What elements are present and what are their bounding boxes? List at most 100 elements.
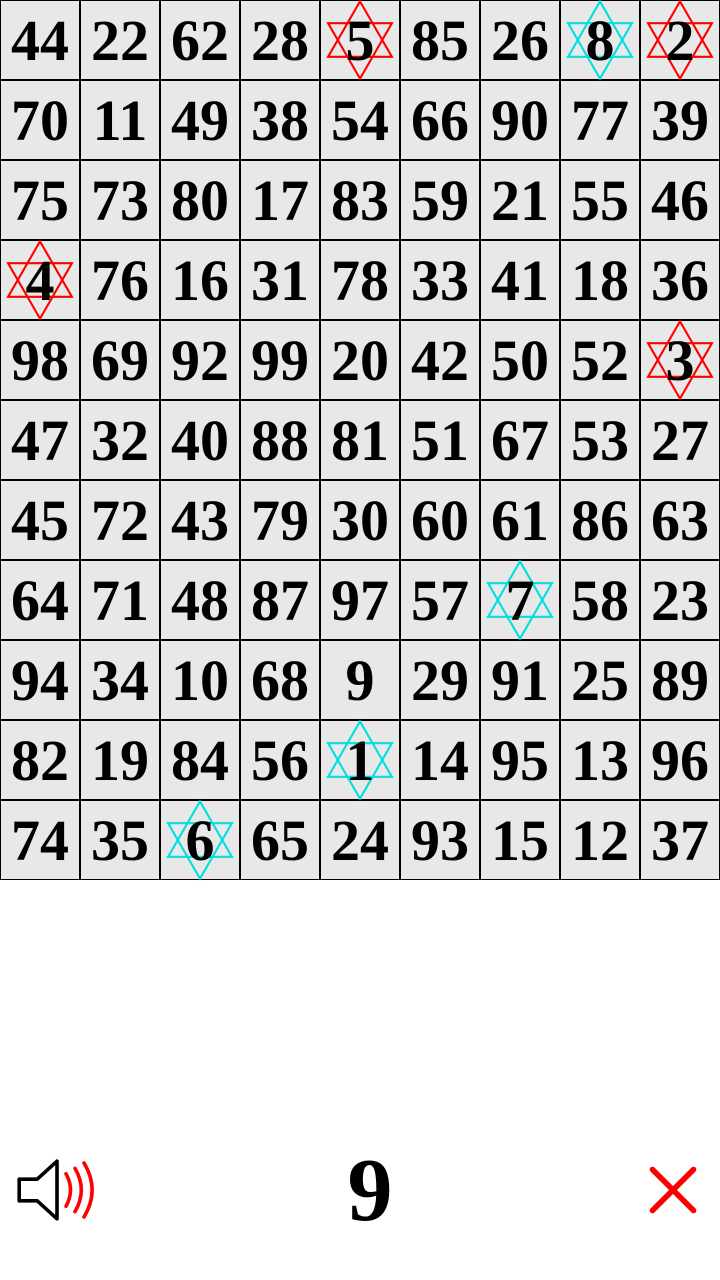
grid-cell[interactable]: 24 (320, 800, 400, 880)
grid-cell[interactable]: 4 (0, 240, 80, 320)
grid-cell[interactable]: 28 (240, 0, 320, 80)
close-button[interactable] (638, 1155, 708, 1225)
grid-cell[interactable]: 78 (320, 240, 400, 320)
grid-cell[interactable]: 65 (240, 800, 320, 880)
grid-cell[interactable]: 52 (560, 320, 640, 400)
grid-cell[interactable]: 51 (400, 400, 480, 480)
grid-cell[interactable]: 98 (0, 320, 80, 400)
grid-cell[interactable]: 30 (320, 480, 400, 560)
grid-cell[interactable]: 19 (80, 720, 160, 800)
grid-cell[interactable]: 74 (0, 800, 80, 880)
grid-cell[interactable]: 94 (0, 640, 80, 720)
grid-cell[interactable]: 82 (0, 720, 80, 800)
grid-cell[interactable]: 88 (240, 400, 320, 480)
grid-cell[interactable]: 12 (560, 800, 640, 880)
grid-cell[interactable]: 3 (640, 320, 720, 400)
grid-cell[interactable]: 13 (560, 720, 640, 800)
grid-cell[interactable]: 10 (160, 640, 240, 720)
grid-cell[interactable]: 5 (320, 0, 400, 80)
grid-cell[interactable]: 92 (160, 320, 240, 400)
grid-cell[interactable]: 2 (640, 0, 720, 80)
grid-cell[interactable]: 79 (240, 480, 320, 560)
grid-cell[interactable]: 7 (480, 560, 560, 640)
grid-cell[interactable]: 85 (400, 0, 480, 80)
grid-cell[interactable]: 68 (240, 640, 320, 720)
grid-cell[interactable]: 81 (320, 400, 400, 480)
grid-cell[interactable]: 59 (400, 160, 480, 240)
grid-cell[interactable]: 16 (160, 240, 240, 320)
grid-cell[interactable]: 6 (160, 800, 240, 880)
grid-cell[interactable]: 32 (80, 400, 160, 480)
grid-cell[interactable]: 58 (560, 560, 640, 640)
grid-cell[interactable]: 35 (80, 800, 160, 880)
grid-cell[interactable]: 60 (400, 480, 480, 560)
grid-cell[interactable]: 86 (560, 480, 640, 560)
grid-cell[interactable]: 53 (560, 400, 640, 480)
grid-cell[interactable]: 44 (0, 0, 80, 80)
grid-cell[interactable]: 49 (160, 80, 240, 160)
grid-cell[interactable]: 47 (0, 400, 80, 480)
grid-cell[interactable]: 71 (80, 560, 160, 640)
grid-cell[interactable]: 76 (80, 240, 160, 320)
grid-cell[interactable]: 38 (240, 80, 320, 160)
grid-cell[interactable]: 91 (480, 640, 560, 720)
grid-cell[interactable]: 39 (640, 80, 720, 160)
grid-cell[interactable]: 20 (320, 320, 400, 400)
grid-cell[interactable]: 48 (160, 560, 240, 640)
grid-cell[interactable]: 75 (0, 160, 80, 240)
grid-cell[interactable]: 17 (240, 160, 320, 240)
grid-cell[interactable]: 61 (480, 480, 560, 560)
grid-cell[interactable]: 72 (80, 480, 160, 560)
grid-cell[interactable]: 45 (0, 480, 80, 560)
grid-cell[interactable]: 46 (640, 160, 720, 240)
grid-cell[interactable]: 41 (480, 240, 560, 320)
grid-cell[interactable]: 57 (400, 560, 480, 640)
grid-cell[interactable]: 33 (400, 240, 480, 320)
grid-cell[interactable]: 43 (160, 480, 240, 560)
grid-cell[interactable]: 34 (80, 640, 160, 720)
grid-cell[interactable]: 70 (0, 80, 80, 160)
grid-cell[interactable]: 80 (160, 160, 240, 240)
grid-cell[interactable]: 31 (240, 240, 320, 320)
grid-cell[interactable]: 67 (480, 400, 560, 480)
grid-cell[interactable]: 87 (240, 560, 320, 640)
grid-cell[interactable]: 9 (320, 640, 400, 720)
grid-cell[interactable]: 83 (320, 160, 400, 240)
grid-cell[interactable]: 64 (0, 560, 80, 640)
grid-cell[interactable]: 50 (480, 320, 560, 400)
grid-cell[interactable]: 93 (400, 800, 480, 880)
grid-cell[interactable]: 63 (640, 480, 720, 560)
grid-cell[interactable]: 11 (80, 80, 160, 160)
grid-cell[interactable]: 89 (640, 640, 720, 720)
grid-cell[interactable]: 96 (640, 720, 720, 800)
grid-cell[interactable]: 54 (320, 80, 400, 160)
grid-cell[interactable]: 36 (640, 240, 720, 320)
grid-cell[interactable]: 40 (160, 400, 240, 480)
grid-cell[interactable]: 23 (640, 560, 720, 640)
grid-cell[interactable]: 90 (480, 80, 560, 160)
grid-cell[interactable]: 14 (400, 720, 480, 800)
grid-cell[interactable]: 27 (640, 400, 720, 480)
sound-button[interactable] (12, 1145, 102, 1235)
grid-cell[interactable]: 84 (160, 720, 240, 800)
grid-cell[interactable]: 22 (80, 0, 160, 80)
grid-cell[interactable]: 56 (240, 720, 320, 800)
grid-cell[interactable]: 21 (480, 160, 560, 240)
grid-cell[interactable]: 15 (480, 800, 560, 880)
grid-cell[interactable]: 37 (640, 800, 720, 880)
grid-cell[interactable]: 29 (400, 640, 480, 720)
grid-cell[interactable]: 26 (480, 0, 560, 80)
grid-cell[interactable]: 8 (560, 0, 640, 80)
grid-cell[interactable]: 99 (240, 320, 320, 400)
grid-cell[interactable]: 55 (560, 160, 640, 240)
grid-cell[interactable]: 77 (560, 80, 640, 160)
grid-cell[interactable]: 1 (320, 720, 400, 800)
grid-cell[interactable]: 62 (160, 0, 240, 80)
grid-cell[interactable]: 25 (560, 640, 640, 720)
grid-cell[interactable]: 95 (480, 720, 560, 800)
grid-cell[interactable]: 97 (320, 560, 400, 640)
grid-cell[interactable]: 69 (80, 320, 160, 400)
grid-cell[interactable]: 73 (80, 160, 160, 240)
grid-cell[interactable]: 66 (400, 80, 480, 160)
grid-cell[interactable]: 42 (400, 320, 480, 400)
